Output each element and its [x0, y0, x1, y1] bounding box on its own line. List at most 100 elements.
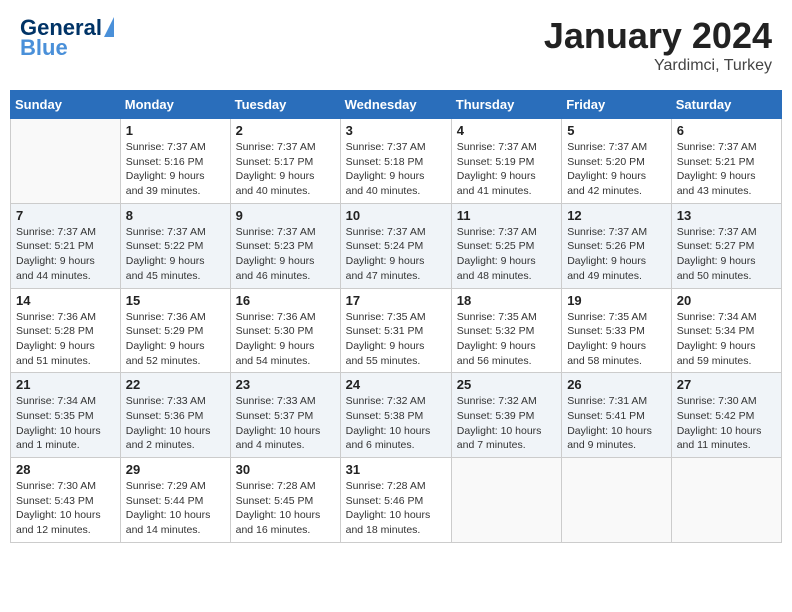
day-number: 11 — [457, 208, 556, 223]
day-info: Sunrise: 7:34 AMSunset: 5:34 PMDaylight:… — [677, 310, 776, 369]
calendar-cell — [562, 458, 672, 543]
day-info: Sunrise: 7:32 AMSunset: 5:38 PMDaylight:… — [346, 394, 446, 453]
calendar-cell: 13Sunrise: 7:37 AMSunset: 5:27 PMDayligh… — [671, 203, 781, 288]
day-info: Sunrise: 7:29 AMSunset: 5:44 PMDaylight:… — [126, 479, 225, 538]
day-info: Sunrise: 7:28 AMSunset: 5:45 PMDaylight:… — [236, 479, 335, 538]
calendar-week-1: 1 Sunrise: 7:37 AMSunset: 5:16 PMDaylight… — [11, 119, 782, 204]
calendar-cell: 11 Sunrise: 7:37 AMSunset: 5:25 PMDayligh… — [451, 203, 561, 288]
day-number: 20 — [677, 293, 776, 308]
day-info: Sunrise: 7:36 AMSunset: 5:28 PMDaylight:… — [16, 310, 115, 369]
calendar-cell: 10Sunrise: 7:37 AMSunset: 5:24 PMDayligh… — [340, 203, 451, 288]
calendar-cell: 1 Sunrise: 7:37 AMSunset: 5:16 PMDaylight… — [120, 119, 230, 204]
day-info: Sunrise: 7:35 AMSunset: 5:32 PMDaylight:… — [457, 310, 556, 369]
calendar-cell: 5 Sunrise: 7:37 AMSunset: 5:20 PMDaylight… — [562, 119, 672, 204]
calendar-cell: 9 Sunrise: 7:37 AMSunset: 5:23 PMDaylight… — [230, 203, 340, 288]
day-info: Sunrise: 7:37 AMSunset: 5:17 PMDaylight:… — [236, 140, 335, 199]
day-info: Sunrise: 7:33 AMSunset: 5:36 PMDaylight:… — [126, 394, 225, 453]
day-number: 6 — [677, 123, 776, 138]
calendar-cell: 22 Sunrise: 7:33 AMSunset: 5:36 PMDayligh… — [120, 373, 230, 458]
calendar-cell: 4 Sunrise: 7:37 AMSunset: 5:19 PMDaylight… — [451, 119, 561, 204]
day-info: Sunrise: 7:31 AMSunset: 5:41 PMDaylight:… — [567, 394, 666, 453]
day-info: Sunrise: 7:37 AMSunset: 5:18 PMDaylight:… — [346, 140, 446, 199]
weekday-header-row: SundayMondayTuesdayWednesdayThursdayFrid… — [11, 91, 782, 119]
calendar-cell: 8 Sunrise: 7:37 AMSunset: 5:22 PMDaylight… — [120, 203, 230, 288]
day-info: Sunrise: 7:37 AMSunset: 5:25 PMDaylight:… — [457, 225, 556, 284]
day-number: 7 — [16, 208, 115, 223]
logo: General Blue — [20, 15, 114, 61]
day-info: Sunrise: 7:28 AMSunset: 5:46 PMDaylight:… — [346, 479, 446, 538]
day-number: 23 — [236, 377, 335, 392]
calendar-cell: 6 Sunrise: 7:37 AMSunset: 5:21 PMDaylight… — [671, 119, 781, 204]
calendar-cell: 12Sunrise: 7:37 AMSunset: 5:26 PMDayligh… — [562, 203, 672, 288]
day-number: 5 — [567, 123, 666, 138]
title-section: January 2024 Yardimci, Turkey — [544, 15, 772, 75]
calendar-cell: 28 Sunrise: 7:30 AMSunset: 5:43 PMDayligh… — [11, 458, 121, 543]
day-info: Sunrise: 7:37 AMSunset: 5:24 PMDaylight:… — [346, 225, 446, 284]
weekday-header-friday: Friday — [562, 91, 672, 119]
day-number: 26 — [567, 377, 666, 392]
day-info: Sunrise: 7:35 AMSunset: 5:33 PMDaylight:… — [567, 310, 666, 369]
calendar-table: SundayMondayTuesdayWednesdayThursdayFrid… — [10, 90, 782, 543]
calendar-cell: 18 Sunrise: 7:35 AMSunset: 5:32 PMDayligh… — [451, 288, 561, 373]
calendar-week-2: 7 Sunrise: 7:37 AMSunset: 5:21 PMDaylight… — [11, 203, 782, 288]
day-number: 22 — [126, 377, 225, 392]
weekday-header-sunday: Sunday — [11, 91, 121, 119]
day-info: Sunrise: 7:37 AMSunset: 5:27 PMDaylight:… — [677, 225, 776, 284]
calendar-cell: 21Sunrise: 7:34 AMSunset: 5:35 PMDayligh… — [11, 373, 121, 458]
calendar-cell: 19Sunrise: 7:35 AMSunset: 5:33 PMDayligh… — [562, 288, 672, 373]
day-info: Sunrise: 7:37 AMSunset: 5:22 PMDaylight:… — [126, 225, 225, 284]
day-info: Sunrise: 7:37 AMSunset: 5:16 PMDaylight:… — [126, 140, 225, 199]
day-info: Sunrise: 7:30 AMSunset: 5:43 PMDaylight:… — [16, 479, 115, 538]
calendar-cell: 20 Sunrise: 7:34 AMSunset: 5:34 PMDayligh… — [671, 288, 781, 373]
calendar-cell: 24 Sunrise: 7:32 AMSunset: 5:38 PMDayligh… — [340, 373, 451, 458]
day-info: Sunrise: 7:30 AMSunset: 5:42 PMDaylight:… — [677, 394, 776, 453]
calendar-cell: 3Sunrise: 7:37 AMSunset: 5:18 PMDaylight… — [340, 119, 451, 204]
day-info: Sunrise: 7:37 AMSunset: 5:21 PMDaylight:… — [677, 140, 776, 199]
calendar-week-4: 21Sunrise: 7:34 AMSunset: 5:35 PMDayligh… — [11, 373, 782, 458]
calendar-cell — [11, 119, 121, 204]
calendar-cell: 14 Sunrise: 7:36 AMSunset: 5:28 PMDayligh… — [11, 288, 121, 373]
weekday-header-wednesday: Wednesday — [340, 91, 451, 119]
day-number: 9 — [236, 208, 335, 223]
day-info: Sunrise: 7:33 AMSunset: 5:37 PMDaylight:… — [236, 394, 335, 453]
day-number: 14 — [16, 293, 115, 308]
day-info: Sunrise: 7:37 AMSunset: 5:21 PMDaylight:… — [16, 225, 115, 284]
day-number: 2 — [236, 123, 335, 138]
location-subtitle: Yardimci, Turkey — [544, 57, 772, 75]
day-info: Sunrise: 7:32 AMSunset: 5:39 PMDaylight:… — [457, 394, 556, 453]
calendar-cell: 27Sunrise: 7:30 AMSunset: 5:42 PMDayligh… — [671, 373, 781, 458]
calendar-cell — [671, 458, 781, 543]
weekday-header-monday: Monday — [120, 91, 230, 119]
day-number: 17 — [346, 293, 446, 308]
weekday-header-thursday: Thursday — [451, 91, 561, 119]
day-number: 29 — [126, 462, 225, 477]
day-number: 1 — [126, 123, 225, 138]
day-number: 4 — [457, 123, 556, 138]
day-number: 28 — [16, 462, 115, 477]
calendar-cell: 31 Sunrise: 7:28 AMSunset: 5:46 PMDayligh… — [340, 458, 451, 543]
weekday-header-saturday: Saturday — [671, 91, 781, 119]
page-header: General Blue January 2024 Yardimci, Turk… — [10, 10, 782, 80]
day-number: 18 — [457, 293, 556, 308]
calendar-cell: 2 Sunrise: 7:37 AMSunset: 5:17 PMDaylight… — [230, 119, 340, 204]
calendar-cell — [451, 458, 561, 543]
calendar-cell: 26 Sunrise: 7:31 AMSunset: 5:41 PMDayligh… — [562, 373, 672, 458]
day-number: 8 — [126, 208, 225, 223]
month-title: January 2024 — [544, 15, 772, 57]
calendar-week-3: 14 Sunrise: 7:36 AMSunset: 5:28 PMDayligh… — [11, 288, 782, 373]
calendar-cell: 17 Sunrise: 7:35 AMSunset: 5:31 PMDayligh… — [340, 288, 451, 373]
day-info: Sunrise: 7:37 AMSunset: 5:19 PMDaylight:… — [457, 140, 556, 199]
weekday-header-tuesday: Tuesday — [230, 91, 340, 119]
day-number: 12 — [567, 208, 666, 223]
day-info: Sunrise: 7:37 AMSunset: 5:20 PMDaylight:… — [567, 140, 666, 199]
day-number: 25 — [457, 377, 556, 392]
day-number: 24 — [346, 377, 446, 392]
day-number: 30 — [236, 462, 335, 477]
day-info: Sunrise: 7:37 AMSunset: 5:23 PMDaylight:… — [236, 225, 335, 284]
day-info: Sunrise: 7:35 AMSunset: 5:31 PMDaylight:… — [346, 310, 446, 369]
day-number: 16 — [236, 293, 335, 308]
calendar-cell: 30 Sunrise: 7:28 AMSunset: 5:45 PMDayligh… — [230, 458, 340, 543]
calendar-cell: 25 Sunrise: 7:32 AMSunset: 5:39 PMDayligh… — [451, 373, 561, 458]
calendar-cell: 23 Sunrise: 7:33 AMSunset: 5:37 PMDayligh… — [230, 373, 340, 458]
day-number: 31 — [346, 462, 446, 477]
